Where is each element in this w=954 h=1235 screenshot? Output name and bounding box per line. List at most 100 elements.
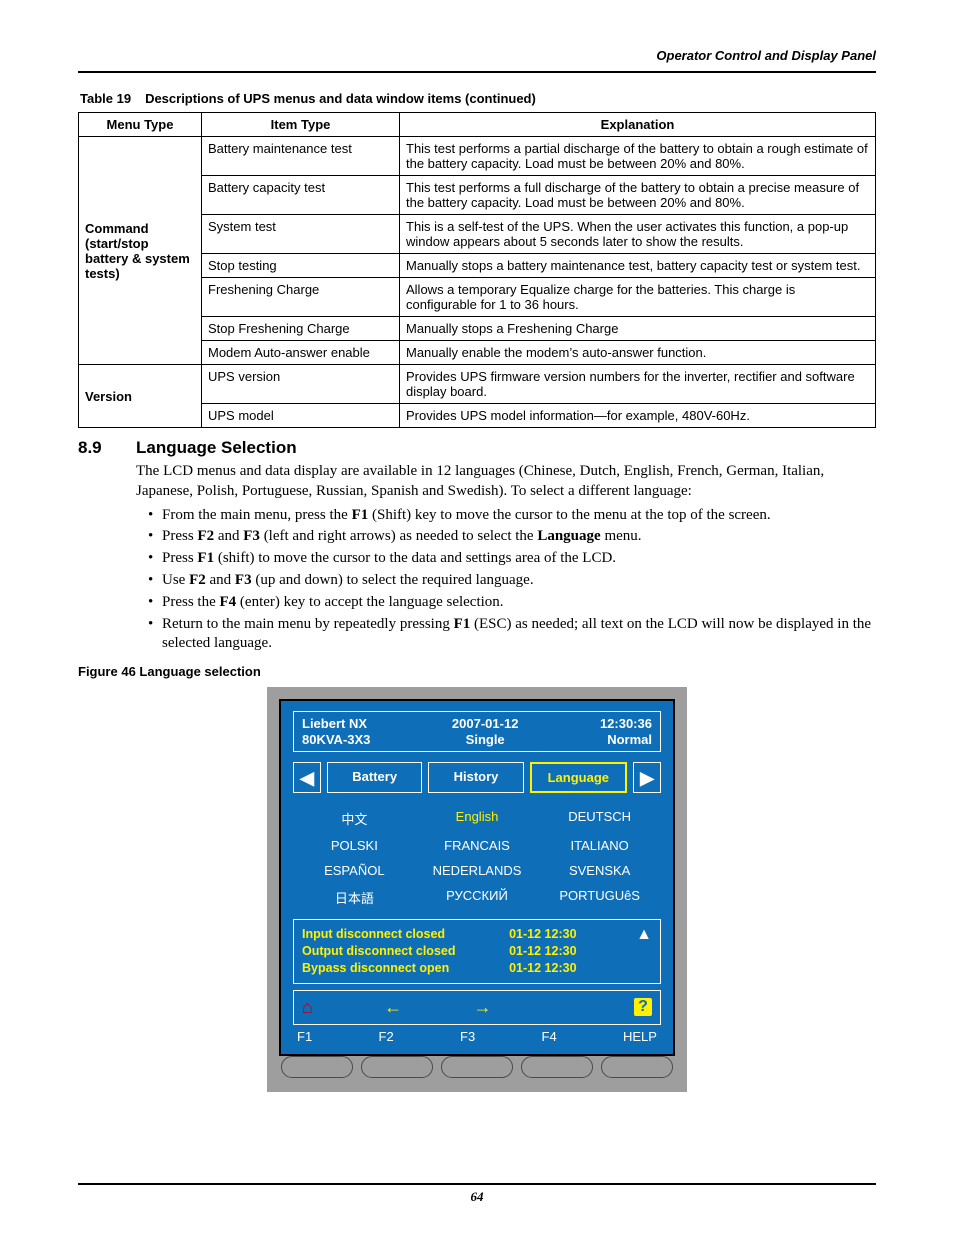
lang-option-selected[interactable]: English xyxy=(420,809,535,828)
t: 2007-01-12 xyxy=(452,716,519,732)
item-type: UPS version xyxy=(202,365,400,404)
tab-language[interactable]: Language xyxy=(530,762,627,793)
help-icon[interactable]: ? xyxy=(634,998,652,1016)
home-icon[interactable]: ⌂ xyxy=(302,997,313,1018)
list-item: Press F1 (shift) to move the cursor to t… xyxy=(148,549,876,569)
key-ref: F2 xyxy=(197,528,214,544)
lang-option[interactable]: POLSKI xyxy=(297,838,412,853)
key-ref: F4 xyxy=(220,594,237,610)
list-item: From the main menu, press the F1 (Shift)… xyxy=(148,506,876,526)
key-label: F4 xyxy=(542,1029,557,1044)
item-type: Battery maintenance test xyxy=(202,137,400,176)
lcd-bezel: Liebert NX 80KVA-3X3 2007-01-12 Single 1… xyxy=(267,687,687,1092)
instruction-list: From the main menu, press the F1 (Shift)… xyxy=(148,506,876,655)
key-ref: F1 xyxy=(197,550,214,566)
section-number: 8.9 xyxy=(78,438,136,458)
lang-option[interactable]: SVENSKA xyxy=(542,863,657,878)
menu-type-command: Command (start/stop battery & system tes… xyxy=(79,137,202,365)
table-row: Version UPS version Provides UPS firmwar… xyxy=(79,365,876,404)
t: and xyxy=(206,572,235,588)
list-item: Return to the main menu by repeatedly pr… xyxy=(148,615,876,655)
tabs-row: ◀ Battery History Language ▶ xyxy=(293,762,661,793)
f2-button[interactable] xyxy=(361,1056,433,1078)
t: menu. xyxy=(601,528,642,544)
lang-option[interactable]: ESPAÑOL xyxy=(297,863,412,878)
item-type: UPS model xyxy=(202,404,400,428)
key-label: F3 xyxy=(460,1029,475,1044)
log-time: 01-12 12:30 xyxy=(509,926,576,943)
menu-ref: Language xyxy=(537,528,600,544)
page-footer: 64 xyxy=(78,1183,876,1205)
log-timestamps: 01-12 12:30 01-12 12:30 01-12 12:30 xyxy=(509,926,576,977)
lang-option[interactable]: ITALIANO xyxy=(542,838,657,853)
language-grid: 中文 English DEUTSCH POLSKI FRANCAIS ITALI… xyxy=(293,801,661,919)
key-ref: F3 xyxy=(243,528,260,544)
t: Press xyxy=(162,550,197,566)
t: Liebert NX xyxy=(302,716,370,732)
list-item: Use F2 and F3 (up and down) to select th… xyxy=(148,571,876,591)
figure-caption: Figure 46 Language selection xyxy=(78,664,876,679)
status-time: 12:30:36 Normal xyxy=(600,716,652,747)
key-ref: F1 xyxy=(454,616,471,632)
t: 80KVA-3X3 xyxy=(302,732,370,748)
lang-option[interactable]: 中文 xyxy=(297,809,412,828)
key-ref: F1 xyxy=(352,507,369,523)
t: Normal xyxy=(600,732,652,748)
lcd-screen: Liebert NX 80KVA-3X3 2007-01-12 Single 1… xyxy=(279,699,675,1056)
section-title: Language Selection xyxy=(136,438,297,458)
item-type: Stop Freshening Charge xyxy=(202,317,400,341)
lang-option[interactable]: DEUTSCH xyxy=(542,809,657,828)
table-header-row: Menu Type Item Type Explanation xyxy=(79,113,876,137)
running-head: Operator Control and Display Panel xyxy=(78,48,876,73)
t: 12:30:36 xyxy=(600,716,652,732)
table-number: Table 19 xyxy=(80,91,131,106)
section-intro: The LCD menus and data display are avail… xyxy=(136,462,876,502)
item-type: Stop testing xyxy=(202,254,400,278)
explanation: Manually enable the modem’s auto-answer … xyxy=(400,341,876,365)
lang-option[interactable]: PORTUGUêS xyxy=(542,888,657,907)
log-line: Bypass disconnect open xyxy=(302,960,456,977)
lang-option[interactable]: 日本語 xyxy=(297,888,412,907)
softkey-icons: ⌂ ← → ? xyxy=(293,990,661,1025)
t: Single xyxy=(452,732,519,748)
arrow-right-icon[interactable]: → xyxy=(473,997,491,1018)
log-messages: Input disconnect closed Output disconnec… xyxy=(302,926,456,977)
tab-battery[interactable]: Battery xyxy=(327,762,422,793)
f4-button[interactable] xyxy=(521,1056,593,1078)
log-time: 01-12 12:30 xyxy=(509,960,576,977)
t: Press xyxy=(162,528,197,544)
lang-option[interactable]: FRANCAIS xyxy=(420,838,535,853)
t: (left and right arrows) as needed to sel… xyxy=(260,528,537,544)
arrow-left-icon[interactable]: ← xyxy=(384,997,402,1018)
help-button[interactable] xyxy=(601,1056,673,1078)
section-heading: 8.9 Language Selection xyxy=(78,438,876,458)
page: Operator Control and Display Panel Table… xyxy=(0,0,954,1235)
item-type: Modem Auto-answer enable xyxy=(202,341,400,365)
menu-type-version: Version xyxy=(79,365,202,428)
f3-button[interactable] xyxy=(441,1056,513,1078)
status-bar: Liebert NX 80KVA-3X3 2007-01-12 Single 1… xyxy=(293,711,661,752)
ups-menu-table: Menu Type Item Type Explanation Command … xyxy=(78,112,876,428)
f1-button[interactable] xyxy=(281,1056,353,1078)
alarm-log: Input disconnect closed Output disconnec… xyxy=(293,919,661,984)
t: Return to the main menu by repeatedly pr… xyxy=(162,616,454,632)
scroll-up-icon[interactable]: ▲ xyxy=(630,926,652,944)
col-explanation: Explanation xyxy=(400,113,876,137)
explanation: Provides UPS model information—for examp… xyxy=(400,404,876,428)
key-label: HELP xyxy=(623,1029,657,1044)
lang-option[interactable]: РУССКИЙ xyxy=(420,888,535,907)
lang-option[interactable]: NEDERLANDS xyxy=(420,863,535,878)
tab-next-icon[interactable]: ▶ xyxy=(633,762,661,793)
t: From the main menu, press the xyxy=(162,507,352,523)
t: Use xyxy=(162,572,189,588)
tab-prev-icon[interactable]: ◀ xyxy=(293,762,321,793)
list-item: Press the F4 (enter) key to accept the l… xyxy=(148,593,876,613)
status-date: 2007-01-12 Single xyxy=(452,716,519,747)
tab-history[interactable]: History xyxy=(428,762,523,793)
explanation: Manually stops a battery maintenance tes… xyxy=(400,254,876,278)
col-menu-type: Menu Type xyxy=(79,113,202,137)
col-item-type: Item Type xyxy=(202,113,400,137)
explanation: Allows a temporary Equalize charge for t… xyxy=(400,278,876,317)
key-label: F2 xyxy=(379,1029,394,1044)
t: Press the xyxy=(162,594,220,610)
